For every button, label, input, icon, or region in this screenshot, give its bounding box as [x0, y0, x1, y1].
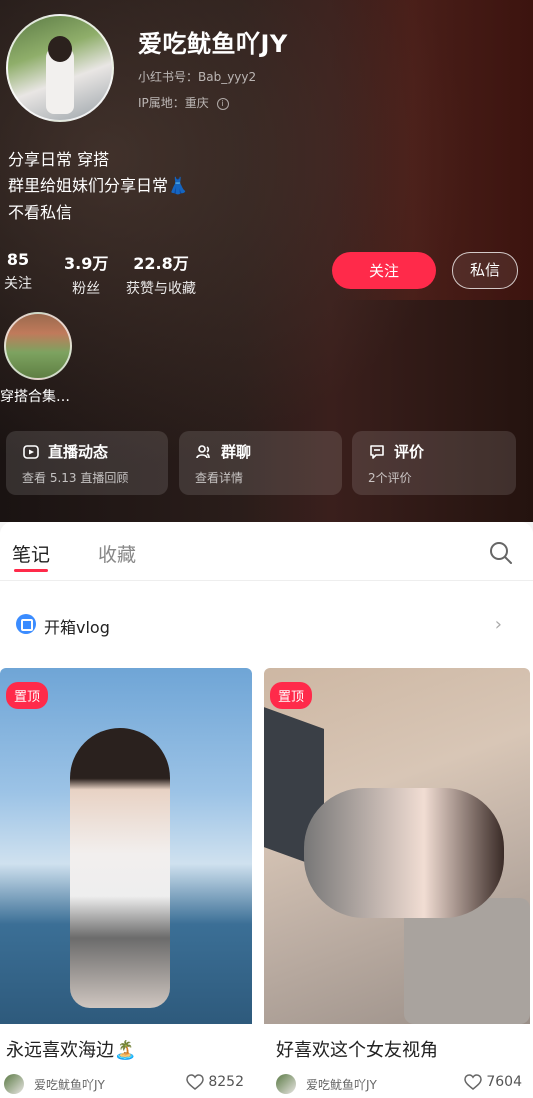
note-title: 永远喜欢海边🏝️: [6, 1040, 137, 1061]
stat-label: 关注: [4, 276, 32, 292]
like-value: 8252: [208, 1074, 244, 1090]
card-title-row: 评价: [368, 441, 424, 462]
card-subtitle: 2个评价: [368, 471, 412, 485]
vlog-collection-row[interactable]: 开箱vlog ›: [4, 598, 524, 654]
card-subtitle: 查看详情: [195, 471, 244, 485]
heart-icon: [186, 1074, 205, 1090]
follow-button[interactable]: 关注: [332, 252, 436, 289]
profile-id: 小红书号：Bab_yyy2: [138, 70, 257, 84]
card-title-row: 直播动态: [22, 441, 108, 462]
tab-divider: [0, 580, 533, 581]
avatar-hair: [48, 36, 72, 62]
note-author[interactable]: 爱吃鱿鱼吖JY: [276, 1074, 377, 1094]
stat-value: 22.8万: [133, 254, 189, 273]
note-card[interactable]: 置顶 好喜欢这个女友视角 爱吃鱿鱼吖JY 7604: [264, 668, 530, 1098]
author-name: 爱吃鱿鱼吖JY: [34, 1077, 105, 1092]
note-image[interactable]: [264, 668, 530, 1024]
card-title: 群聊: [221, 443, 252, 461]
stat-label: 获赞与收藏: [126, 281, 196, 297]
live-icon: [23, 444, 39, 459]
note-title: 好喜欢这个女友视角: [276, 1040, 438, 1061]
collection-icon: [16, 614, 36, 634]
chevron-right-icon: ›: [494, 614, 502, 635]
card-title: 评价: [394, 443, 425, 461]
stat-followers[interactable]: 3.9万 粉丝: [64, 250, 108, 298]
card-reviews[interactable]: 评价 2个评价: [352, 431, 516, 495]
tab-favorites[interactable]: 收藏: [98, 540, 136, 567]
card-subtitle: 查看 5.13 直播回顾: [22, 471, 129, 485]
stat-value: 85: [6, 250, 30, 269]
note-image[interactable]: [0, 668, 252, 1024]
photo-subject: [304, 788, 504, 918]
card-live[interactable]: 直播动态 查看 5.13 直播回顾: [6, 431, 168, 495]
author-name: 爱吃鱿鱼吖JY: [306, 1077, 377, 1092]
profile-header: 爱吃鱿鱼吖JY 小红书号：Bab_yyy2 IP属地：重庆 i 分享日常 穿搭 …: [0, 0, 533, 522]
like-count[interactable]: 7604: [464, 1074, 522, 1090]
collection-thumbnail[interactable]: [4, 312, 72, 380]
note-card[interactable]: 置顶 永远喜欢海边🏝️ 爱吃鱿鱼吖JY 8252: [0, 668, 252, 1098]
comment-icon: [370, 444, 384, 459]
bio-line: 群里给姐妹们分享日常👗: [8, 176, 188, 195]
photo-subject: [70, 728, 170, 1008]
tab-underline: [14, 569, 48, 572]
stat-likes[interactable]: 22.8万 获赞与收藏: [126, 250, 196, 298]
author-avatar: [4, 1074, 24, 1094]
like-value: 7604: [486, 1074, 522, 1090]
author-avatar: [276, 1074, 296, 1094]
note-author[interactable]: 爱吃鱿鱼吖JY: [4, 1074, 105, 1094]
collection-label[interactable]: 穿搭合集…: [0, 386, 70, 406]
search-icon[interactable]: [488, 540, 514, 566]
bio-line: 分享日常 穿搭: [8, 150, 110, 169]
card-title-row: 群聊: [195, 441, 251, 462]
heart-icon: [464, 1074, 483, 1090]
avatar[interactable]: [6, 14, 114, 122]
like-count[interactable]: 8252: [186, 1074, 244, 1090]
vlog-label: 开箱vlog: [44, 618, 110, 637]
card-title: 直播动态: [48, 443, 109, 461]
message-button[interactable]: 私信: [452, 252, 518, 289]
profile-ip: IP属地：重庆 i: [138, 94, 229, 111]
profile-name: 爱吃鱿鱼吖JY: [138, 30, 288, 58]
pinned-badge: 置顶: [270, 682, 313, 709]
info-icon[interactable]: i: [216, 97, 229, 110]
stat-label: 粉丝: [72, 281, 101, 297]
pinned-badge: 置顶: [6, 682, 49, 709]
tab-notes[interactable]: 笔记: [12, 540, 50, 567]
content-panel: 笔记 收藏 开箱vlog › 置顶 永远喜欢海边🏝️ 爱吃鱿鱼吖JY 8252: [0, 522, 533, 1098]
group-icon: [196, 444, 210, 458]
card-group-chat[interactable]: 群聊 查看详情: [179, 431, 342, 495]
bio-line: 不看私信: [8, 203, 73, 222]
profile-ip-text: IP属地：重庆: [138, 96, 209, 110]
stat-following[interactable]: 85 关注: [4, 250, 32, 293]
stat-value: 3.9万: [64, 254, 109, 273]
